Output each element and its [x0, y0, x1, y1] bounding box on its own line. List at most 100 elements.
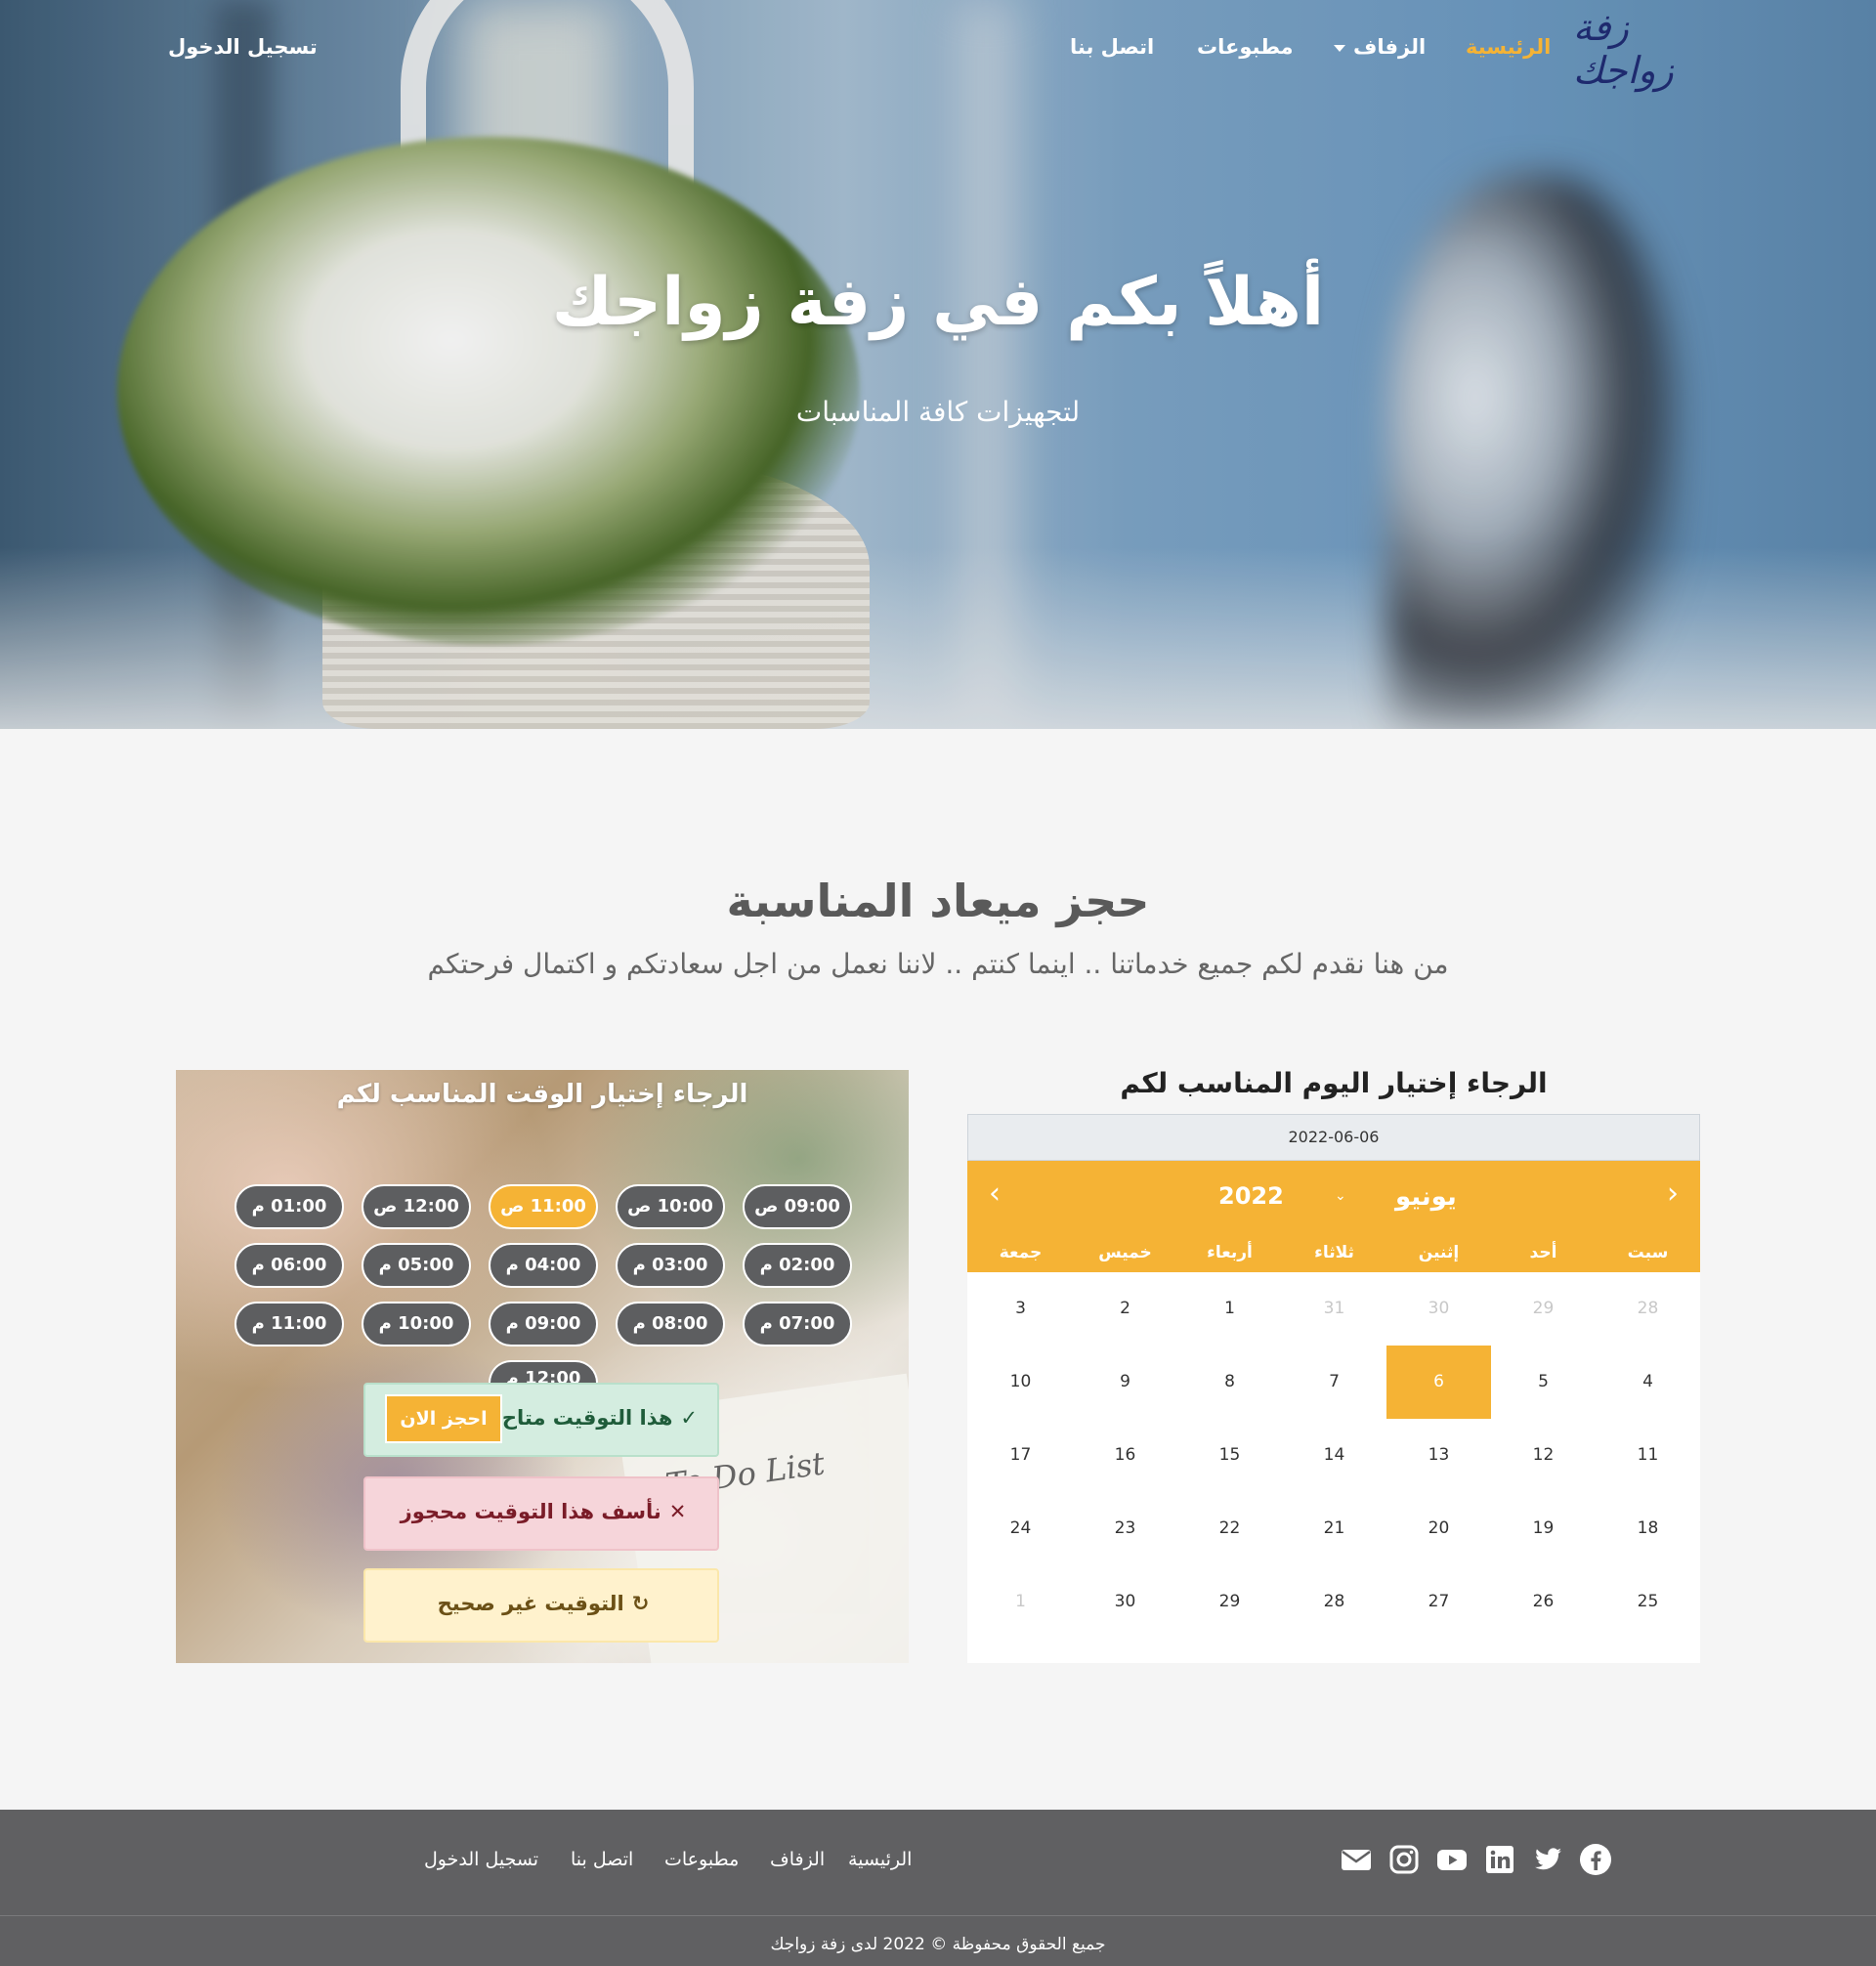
calendar-day[interactable]: 28: [1282, 1565, 1386, 1639]
calendar-day[interactable]: 5: [1491, 1346, 1596, 1419]
hero-overlay: [0, 0, 1876, 729]
instagram-icon[interactable]: [1387, 1843, 1421, 1876]
time-slot-button[interactable]: 11:00 م: [234, 1302, 344, 1346]
time-slot-button[interactable]: 12:00 ص: [362, 1184, 471, 1229]
calendar-grid: 28 29 30 31 1 2 3 4 5 6 7 8 9 10 11 12 13 14 15 16 17 18 19 20 2…: [967, 1272, 1700, 1639]
chevron-down-icon[interactable]: ⌄: [1335, 1188, 1346, 1204]
calendar-day[interactable]: 30: [1073, 1565, 1177, 1639]
booking-title: حجز ميعاد المناسبة: [726, 875, 1150, 927]
facebook-icon[interactable]: [1579, 1843, 1612, 1876]
calendar-day[interactable]: 10: [968, 1346, 1073, 1419]
alert-invalid-text: التوقيت غير صحيح: [437, 1592, 624, 1615]
calendar-day[interactable]: 2: [1073, 1272, 1177, 1346]
footer-link[interactable]: مطبوعات: [664, 1849, 739, 1870]
alert-booked-text: نأسف هذا التوقيت محجوز: [400, 1500, 661, 1523]
calendar-day[interactable]: 7: [1282, 1346, 1386, 1419]
calendar-day[interactable]: 22: [1177, 1492, 1282, 1565]
calendar-header: › ‹ يونيو ⌄ 2022: [967, 1161, 1700, 1235]
footer-link[interactable]: تسجيل الدخول: [424, 1849, 538, 1870]
linkedin-icon[interactable]: [1483, 1843, 1516, 1876]
calendar-day[interactable]: 29: [1177, 1565, 1282, 1639]
calendar-day[interactable]: 30: [1386, 1272, 1491, 1346]
calendar-day[interactable]: 19: [1491, 1492, 1596, 1565]
calendar-day[interactable]: 9: [1073, 1346, 1177, 1419]
calendar-day[interactable]: 23: [1073, 1492, 1177, 1565]
calendar-day[interactable]: 25: [1596, 1565, 1700, 1639]
time-slot-button[interactable]: 08:00 م: [616, 1302, 725, 1346]
alert-invalid-message: ↻ التوقيت غير صحيح: [365, 1592, 721, 1615]
calendar-day[interactable]: 21: [1282, 1492, 1386, 1565]
time-slot-button[interactable]: 06:00 م: [234, 1243, 344, 1288]
calendar-day[interactable]: 28: [1596, 1272, 1700, 1346]
calendar-day[interactable]: 29: [1491, 1272, 1596, 1346]
calendar-day[interactable]: 16: [1073, 1419, 1177, 1492]
footer-link[interactable]: الرئيسية: [848, 1849, 912, 1870]
footer-divider: [0, 1915, 1876, 1916]
calendar-day[interactable]: 1: [968, 1565, 1073, 1639]
time-slot-button[interactable]: 10:00 م: [362, 1302, 471, 1346]
calendar-day[interactable]: 11: [1596, 1419, 1700, 1492]
calendar-title: الرجاء إختيار اليوم المناسب لكم: [1120, 1067, 1548, 1099]
twitter-icon[interactable]: [1531, 1843, 1564, 1876]
calendar-day[interactable]: 4: [1596, 1346, 1700, 1419]
alert-available-text: هذا التوقيت متاح: [501, 1406, 673, 1430]
weekday-label: أربعاء: [1207, 1243, 1253, 1262]
footer-links: الرئيسية الزفاف مطبوعات اتصل بنا تسجيل الدخو…: [0, 1810, 1876, 1915]
time-slot-button[interactable]: 04:00 م: [489, 1243, 598, 1288]
time-slot-button[interactable]: 10:00 ص: [616, 1184, 725, 1229]
calendar-day[interactable]: 18: [1596, 1492, 1700, 1565]
booking-subtitle: من هنا نقدم لكم جميع خدماتنا .. اينما كن…: [427, 948, 1449, 980]
selected-date-field[interactable]: 2022-06-06: [967, 1114, 1700, 1161]
footer-link[interactable]: الزفاف: [770, 1849, 825, 1870]
calendar-day[interactable]: 31: [1282, 1272, 1386, 1346]
footer-link[interactable]: اتصل بنا: [571, 1849, 633, 1870]
chevron-down-icon: [1334, 44, 1345, 52]
calendar-day[interactable]: 12: [1491, 1419, 1596, 1492]
calendar-day[interactable]: 15: [1177, 1419, 1282, 1492]
calendar-day[interactable]: 27: [1386, 1565, 1491, 1639]
check-icon: ✓: [680, 1406, 698, 1430]
weekday-label: خميس: [1098, 1243, 1152, 1262]
calendar-day[interactable]: 24: [968, 1492, 1073, 1565]
calendar-day[interactable]: 8: [1177, 1346, 1282, 1419]
calendar-day[interactable]: 6: [1386, 1346, 1491, 1419]
time-slot-button[interactable]: 09:00 ص: [743, 1184, 852, 1229]
time-slot-button[interactable]: 01:00 م: [234, 1184, 344, 1229]
time-picker-panel: To Do List الرجاء إختيار الوقت المناسب ل…: [176, 1070, 909, 1663]
calendar-day[interactable]: 13: [1386, 1419, 1491, 1492]
logo-text: زفة زواجك: [1573, 6, 1676, 92]
copyright: جميع الحقوق محفوظة © 2022 لدى زفة زواجك: [770, 1935, 1106, 1954]
time-slot-button[interactable]: 09:00 م: [489, 1302, 598, 1346]
calendar-day[interactable]: 1: [1177, 1272, 1282, 1346]
time-slot-button[interactable]: 07:00 م: [743, 1302, 852, 1346]
nav-contact[interactable]: اتصل بنا: [1070, 35, 1154, 59]
calendar-day[interactable]: 14: [1282, 1419, 1386, 1492]
hero-title: أهلاً بكم في زفة زواجك: [551, 264, 1325, 341]
calendar-day[interactable]: 26: [1491, 1565, 1596, 1639]
calendar-day[interactable]: 3: [968, 1272, 1073, 1346]
next-month-icon[interactable]: ›: [1667, 1176, 1679, 1211]
time-picker-title: الرجاء إختيار الوقت المناسب لكم: [336, 1080, 748, 1109]
month-select[interactable]: يونيو: [1395, 1182, 1457, 1212]
prev-month-icon[interactable]: ‹: [989, 1176, 1001, 1211]
calendar: 2022-06-06 › ‹ يونيو ⌄ 2022 سبت أحد إثنين ث…: [967, 1114, 1700, 1663]
calendar-day[interactable]: 20: [1386, 1492, 1491, 1565]
site-logo[interactable]: زفة زواجك: [1573, 6, 1729, 92]
time-slot-button[interactable]: 02:00 م: [743, 1243, 852, 1288]
weekday-header: سبت أحد إثنين ثلاثاء أربعاء خميس جمعة: [967, 1235, 1700, 1272]
calendar-day[interactable]: 17: [968, 1419, 1073, 1492]
youtube-icon[interactable]: [1435, 1843, 1469, 1876]
time-slot-button[interactable]: 03:00 م: [616, 1243, 725, 1288]
nav-home[interactable]: الرئيسية: [1466, 35, 1551, 59]
time-slot-button[interactable]: 05:00 م: [362, 1243, 471, 1288]
time-slot-button[interactable]: 11:00 ص: [489, 1184, 598, 1229]
book-now-button[interactable]: احجز الان: [385, 1394, 502, 1443]
weekday-label: سبت: [1627, 1243, 1669, 1262]
close-icon: ✕: [668, 1500, 687, 1523]
envelope-icon[interactable]: [1340, 1843, 1373, 1876]
nav-wedding-dropdown[interactable]: الزفاف: [1334, 35, 1426, 59]
nav-prints[interactable]: مطبوعات: [1197, 35, 1294, 59]
nav-login[interactable]: تسجيل الدخول: [168, 35, 318, 59]
alert-booked: ✕ نأسف هذا التوقيت محجوز: [363, 1476, 719, 1551]
year-select[interactable]: 2022: [1218, 1182, 1284, 1210]
